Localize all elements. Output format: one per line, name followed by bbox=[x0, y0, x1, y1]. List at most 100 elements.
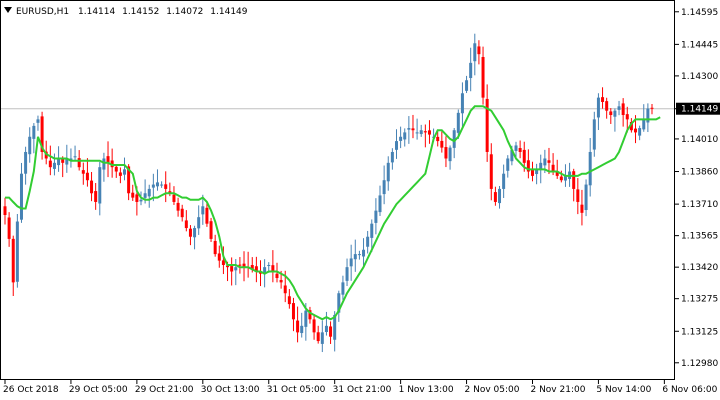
candle-bear bbox=[131, 192, 135, 198]
chart-header: EURUSD,H1 1.14114 1.14152 1.14072 1.1414… bbox=[4, 7, 248, 17]
candle-bull bbox=[498, 188, 502, 204]
candle-bear bbox=[547, 160, 551, 163]
price-tick-label: 1.14010 bbox=[681, 135, 718, 145]
candle-bull bbox=[98, 167, 102, 204]
candle-bear bbox=[94, 191, 98, 202]
candle-bull bbox=[366, 236, 370, 247]
candle-bull bbox=[32, 125, 36, 139]
time-tick-label: 31 Oct 05:00 bbox=[267, 385, 326, 395]
candle-bear bbox=[217, 253, 221, 261]
price-tick-label: 1.13275 bbox=[681, 295, 718, 305]
svg-text:EURUSD,H1 1.14114: EURUSD,H1 1.14114 1.14152 1.14072 1.1414… bbox=[16, 7, 248, 17]
candle-bull bbox=[543, 158, 547, 166]
candle-bull bbox=[638, 128, 642, 136]
candle-bull bbox=[197, 217, 201, 229]
time-tick-label: 30 Oct 13:00 bbox=[201, 385, 260, 395]
candle-bull bbox=[102, 158, 106, 170]
time-tick-label: 31 Oct 21:00 bbox=[333, 385, 392, 395]
candle-bear bbox=[621, 103, 625, 116]
candle-bear bbox=[77, 158, 81, 168]
candle-bull bbox=[456, 112, 460, 133]
current-price-label: 1.14149 bbox=[681, 105, 718, 115]
candle-bear bbox=[493, 192, 497, 202]
candle-bull bbox=[448, 147, 452, 162]
candle-bull bbox=[324, 325, 328, 333]
candle-bear bbox=[572, 171, 576, 189]
candle-bull bbox=[390, 151, 394, 163]
candle-bull bbox=[147, 188, 151, 197]
candle-bear bbox=[291, 303, 295, 320]
candle-bear bbox=[489, 154, 493, 189]
time-tick-label: 29 Oct 21:00 bbox=[135, 385, 194, 395]
candle-bear bbox=[634, 128, 638, 133]
candle-bull bbox=[394, 141, 398, 150]
candle-bull bbox=[419, 130, 423, 135]
candle-bear bbox=[48, 160, 52, 168]
candle-bear bbox=[184, 220, 188, 229]
price-tick-label: 1.14300 bbox=[681, 72, 718, 82]
candle-bear bbox=[518, 148, 522, 152]
candle-bear bbox=[172, 194, 176, 202]
candle-bull bbox=[613, 110, 617, 117]
candle-bull bbox=[19, 173, 23, 220]
candle-bull bbox=[304, 310, 308, 327]
candle-bull bbox=[588, 151, 592, 186]
candle-bear bbox=[61, 159, 65, 163]
candle-bull bbox=[592, 119, 596, 150]
candle-bear bbox=[114, 166, 118, 172]
candle-bear bbox=[427, 130, 431, 135]
price-tick-label: 1.13420 bbox=[681, 263, 718, 273]
candle-bull bbox=[465, 80, 469, 91]
time-tick-label: 2 Nov 21:00 bbox=[530, 385, 585, 395]
candle-bear bbox=[85, 172, 89, 181]
time-tick-label: 29 Oct 05:00 bbox=[69, 385, 128, 395]
candle-bear bbox=[221, 260, 225, 265]
candle-bull bbox=[382, 180, 386, 195]
candle-bear bbox=[238, 264, 242, 266]
low-value: 1.14072 bbox=[166, 7, 203, 17]
candle-bull bbox=[386, 162, 390, 182]
candle-bear bbox=[11, 238, 15, 283]
candle-bull bbox=[320, 332, 324, 344]
candle-bear bbox=[316, 332, 320, 342]
candle-bear bbox=[411, 128, 415, 131]
candle-bull bbox=[596, 97, 600, 118]
candle-bull bbox=[362, 249, 366, 257]
price-chart[interactable]: 1.14595 1.14445 1.14300 1.14010 1.13860 1.137… bbox=[0, 0, 720, 400]
candle-bull bbox=[36, 119, 40, 123]
candle-bear bbox=[522, 149, 526, 163]
candle-bear bbox=[279, 279, 283, 283]
candle-bear bbox=[90, 180, 94, 194]
candle-bull bbox=[584, 184, 588, 211]
candle-bear bbox=[180, 208, 184, 218]
candle-bull bbox=[349, 258, 353, 267]
candle-bull bbox=[399, 136, 403, 141]
time-tick-label: 6 Nov 06:00 bbox=[662, 385, 717, 395]
candle-bull bbox=[415, 132, 419, 134]
candle-bear bbox=[296, 320, 300, 333]
candle-bull bbox=[473, 43, 477, 62]
candle-bear bbox=[436, 136, 440, 142]
price-tick-label: 1.14445 bbox=[681, 40, 718, 50]
candle-bear bbox=[176, 202, 180, 211]
candle-bear bbox=[576, 189, 580, 202]
candle-bear bbox=[477, 46, 481, 55]
price-tick-label: 1.13565 bbox=[681, 232, 718, 242]
candle-bear bbox=[188, 228, 192, 237]
candle-bull bbox=[341, 282, 345, 295]
candle-bear bbox=[283, 285, 287, 294]
candle-bear bbox=[650, 107, 654, 109]
candle-bull bbox=[139, 199, 143, 202]
price-tick-label: 1.12980 bbox=[681, 359, 718, 369]
candle-bear bbox=[209, 221, 213, 239]
candle-bull bbox=[403, 132, 407, 140]
candle-bull bbox=[514, 145, 518, 151]
candle-bear bbox=[118, 172, 122, 176]
price-tick-label: 1.13860 bbox=[681, 168, 718, 178]
candle-bear bbox=[609, 111, 613, 116]
candle-bear bbox=[205, 207, 209, 224]
candle-bear bbox=[440, 140, 444, 148]
candle-bear bbox=[135, 194, 139, 202]
high-value: 1.14152 bbox=[122, 7, 159, 17]
candle-bear bbox=[625, 114, 629, 120]
